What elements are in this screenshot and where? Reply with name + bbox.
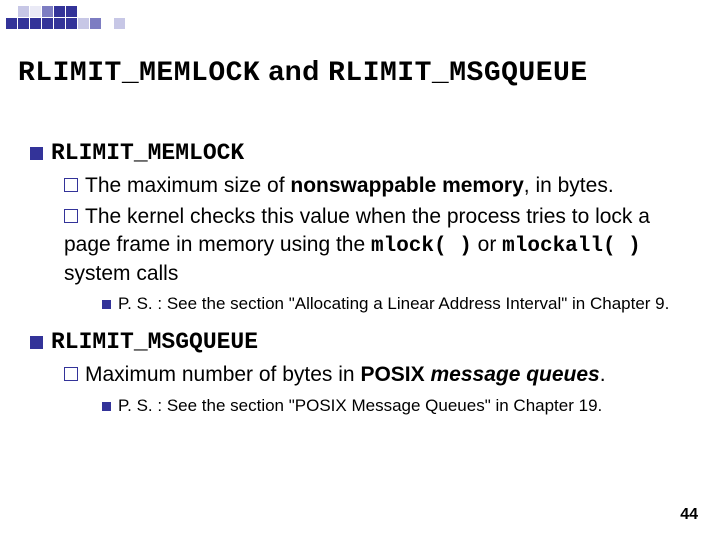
bullet-text-suffix: .	[600, 363, 606, 386]
title-code-2: RLIMIT_MSGQUEUE	[328, 58, 588, 89]
hollow-square-bullet-icon	[64, 367, 78, 381]
bullet-text-prefix: The maximum size of	[85, 174, 290, 197]
slide: RLIMIT_MEMLOCK and RLIMIT_MSGQUEUE RLIMI…	[0, 0, 720, 540]
small-square-bullet-icon	[102, 300, 111, 309]
slide-body: RLIMIT_MEMLOCK The maximum size of nonsw…	[30, 140, 690, 427]
bullet-item: Maximum number of bytes in POSIX message…	[64, 361, 690, 388]
small-square-bullet-icon	[102, 402, 111, 411]
bullet-item: The kernel checks this value when the pr…	[64, 203, 690, 287]
bullet-text-bold: POSIX	[360, 363, 424, 386]
section-heading: RLIMIT_MSGQUEUE	[30, 329, 690, 355]
filled-square-bullet-icon	[30, 147, 43, 160]
bullet-text-prefix: Maximum number of bytes in	[85, 363, 360, 386]
hollow-square-bullet-icon	[64, 178, 78, 192]
bullet-code: mlock( )	[371, 235, 472, 258]
subnote-text: P. S. : See the section "Allocating a Li…	[118, 294, 669, 313]
section-heading: RLIMIT_MEMLOCK	[30, 140, 690, 166]
filled-square-bullet-icon	[30, 336, 43, 349]
title-conj: and	[260, 55, 328, 86]
sub-bullet-item: P. S. : See the section "POSIX Message Q…	[102, 395, 690, 417]
heading-text: RLIMIT_MSGQUEUE	[51, 329, 258, 355]
hollow-square-bullet-icon	[64, 209, 78, 223]
slide-title: RLIMIT_MEMLOCK and RLIMIT_MSGQUEUE	[18, 55, 702, 89]
bullet-text-bolditalic: message queues	[430, 363, 599, 386]
bullet-text-mid: or	[472, 233, 502, 256]
page-number: 44	[680, 506, 698, 524]
bullet-code: mlockall( )	[502, 235, 641, 258]
bullet-item: The maximum size of nonswappable memory,…	[64, 172, 690, 199]
section-memlock: RLIMIT_MEMLOCK The maximum size of nonsw…	[30, 140, 690, 315]
title-code-1: RLIMIT_MEMLOCK	[18, 58, 260, 89]
bullet-text-suffix: , in bytes.	[524, 174, 614, 197]
bullet-text-bold: nonswappable memory	[290, 174, 523, 197]
heading-text: RLIMIT_MEMLOCK	[51, 140, 244, 166]
bullet-text-suffix: system calls	[64, 262, 178, 285]
corner-decoration	[6, 6, 146, 32]
section-msgqueue: RLIMIT_MSGQUEUE Maximum number of bytes …	[30, 329, 690, 416]
sub-bullet-item: P. S. : See the section "Allocating a Li…	[102, 293, 690, 315]
subnote-text: P. S. : See the section "POSIX Message Q…	[118, 396, 602, 415]
